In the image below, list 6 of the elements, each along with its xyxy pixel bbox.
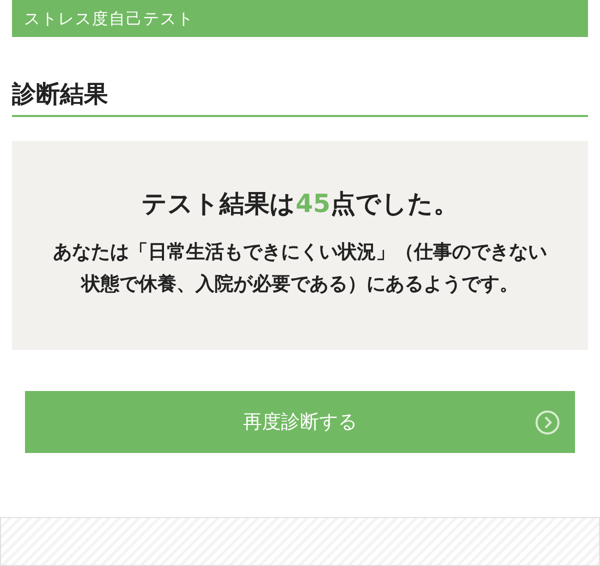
header-title: ストレス度自己テスト <box>24 8 194 30</box>
chevron-right-icon <box>535 410 560 435</box>
result-score-text: テスト結果は45点でした。 <box>142 188 458 220</box>
retry-button[interactable]: 再度診断する <box>25 391 575 453</box>
section-heading: 診断結果 <box>12 79 109 110</box>
result-description: あなたは「日常生活もできにくい状況」（仕事のできない状態で休養、入院が必要である）にあるようです。 <box>52 240 548 297</box>
